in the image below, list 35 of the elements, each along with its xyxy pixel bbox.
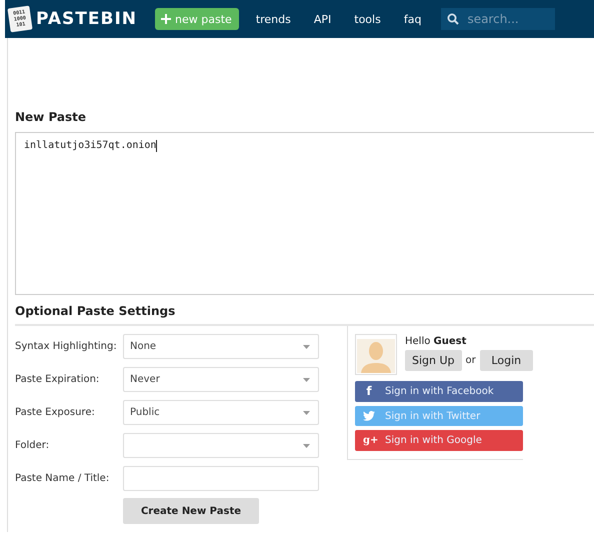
google-plus-icon: g+ [363,435,375,446]
or-label: or [466,355,476,366]
nav-link[interactable]: API [314,12,332,26]
dropdown-arrow-icon [303,444,310,448]
field-label: Paste Exposure: [15,407,96,418]
create-paste-button[interactable]: Create New Paste [123,498,259,524]
nav-link[interactable]: faq [404,12,422,26]
nav-link[interactable]: trends [256,12,291,26]
dropdown-arrow-icon [303,378,310,382]
section-title: New Paste [15,110,88,126]
social-sign-in-button[interactable]: f Sign in with Facebook [355,381,523,402]
dropdown[interactable]: Public [123,400,319,425]
plus-icon [161,14,172,24]
bird-icon [363,411,375,421]
field-label: Syntax Highlighting: [15,341,118,352]
dropdown-arrow-icon [303,410,310,414]
sign-up-button[interactable]: Sign Up [405,350,462,371]
field-label: Folder: [15,440,50,451]
social-sign-in-button[interactable]: g+ Sign in with Google [355,430,523,452]
dropdown[interactable]: Never [123,367,319,392]
facebook-icon: f [363,384,375,398]
section-title: Optional Paste Settings [15,304,176,320]
field-label: Paste Name / Title: [15,473,110,484]
paste-text-area[interactable]: inllatutjo3i57qt.onion [15,132,594,295]
nav-link[interactable]: tools [354,12,381,26]
input-field[interactable] [123,466,319,491]
field-label: Paste Expiration: [15,374,100,385]
search-field[interactable]: search... [441,8,556,30]
brand-name[interactable]: PASTEBIN [36,9,138,29]
dropdown-arrow-icon [303,344,310,348]
dropdown[interactable] [123,433,319,458]
greeting: Hello Guest [405,336,468,347]
login-button[interactable]: Login [480,350,533,371]
dropdown[interactable]: None [123,334,319,359]
avatar-icon [355,334,397,375]
